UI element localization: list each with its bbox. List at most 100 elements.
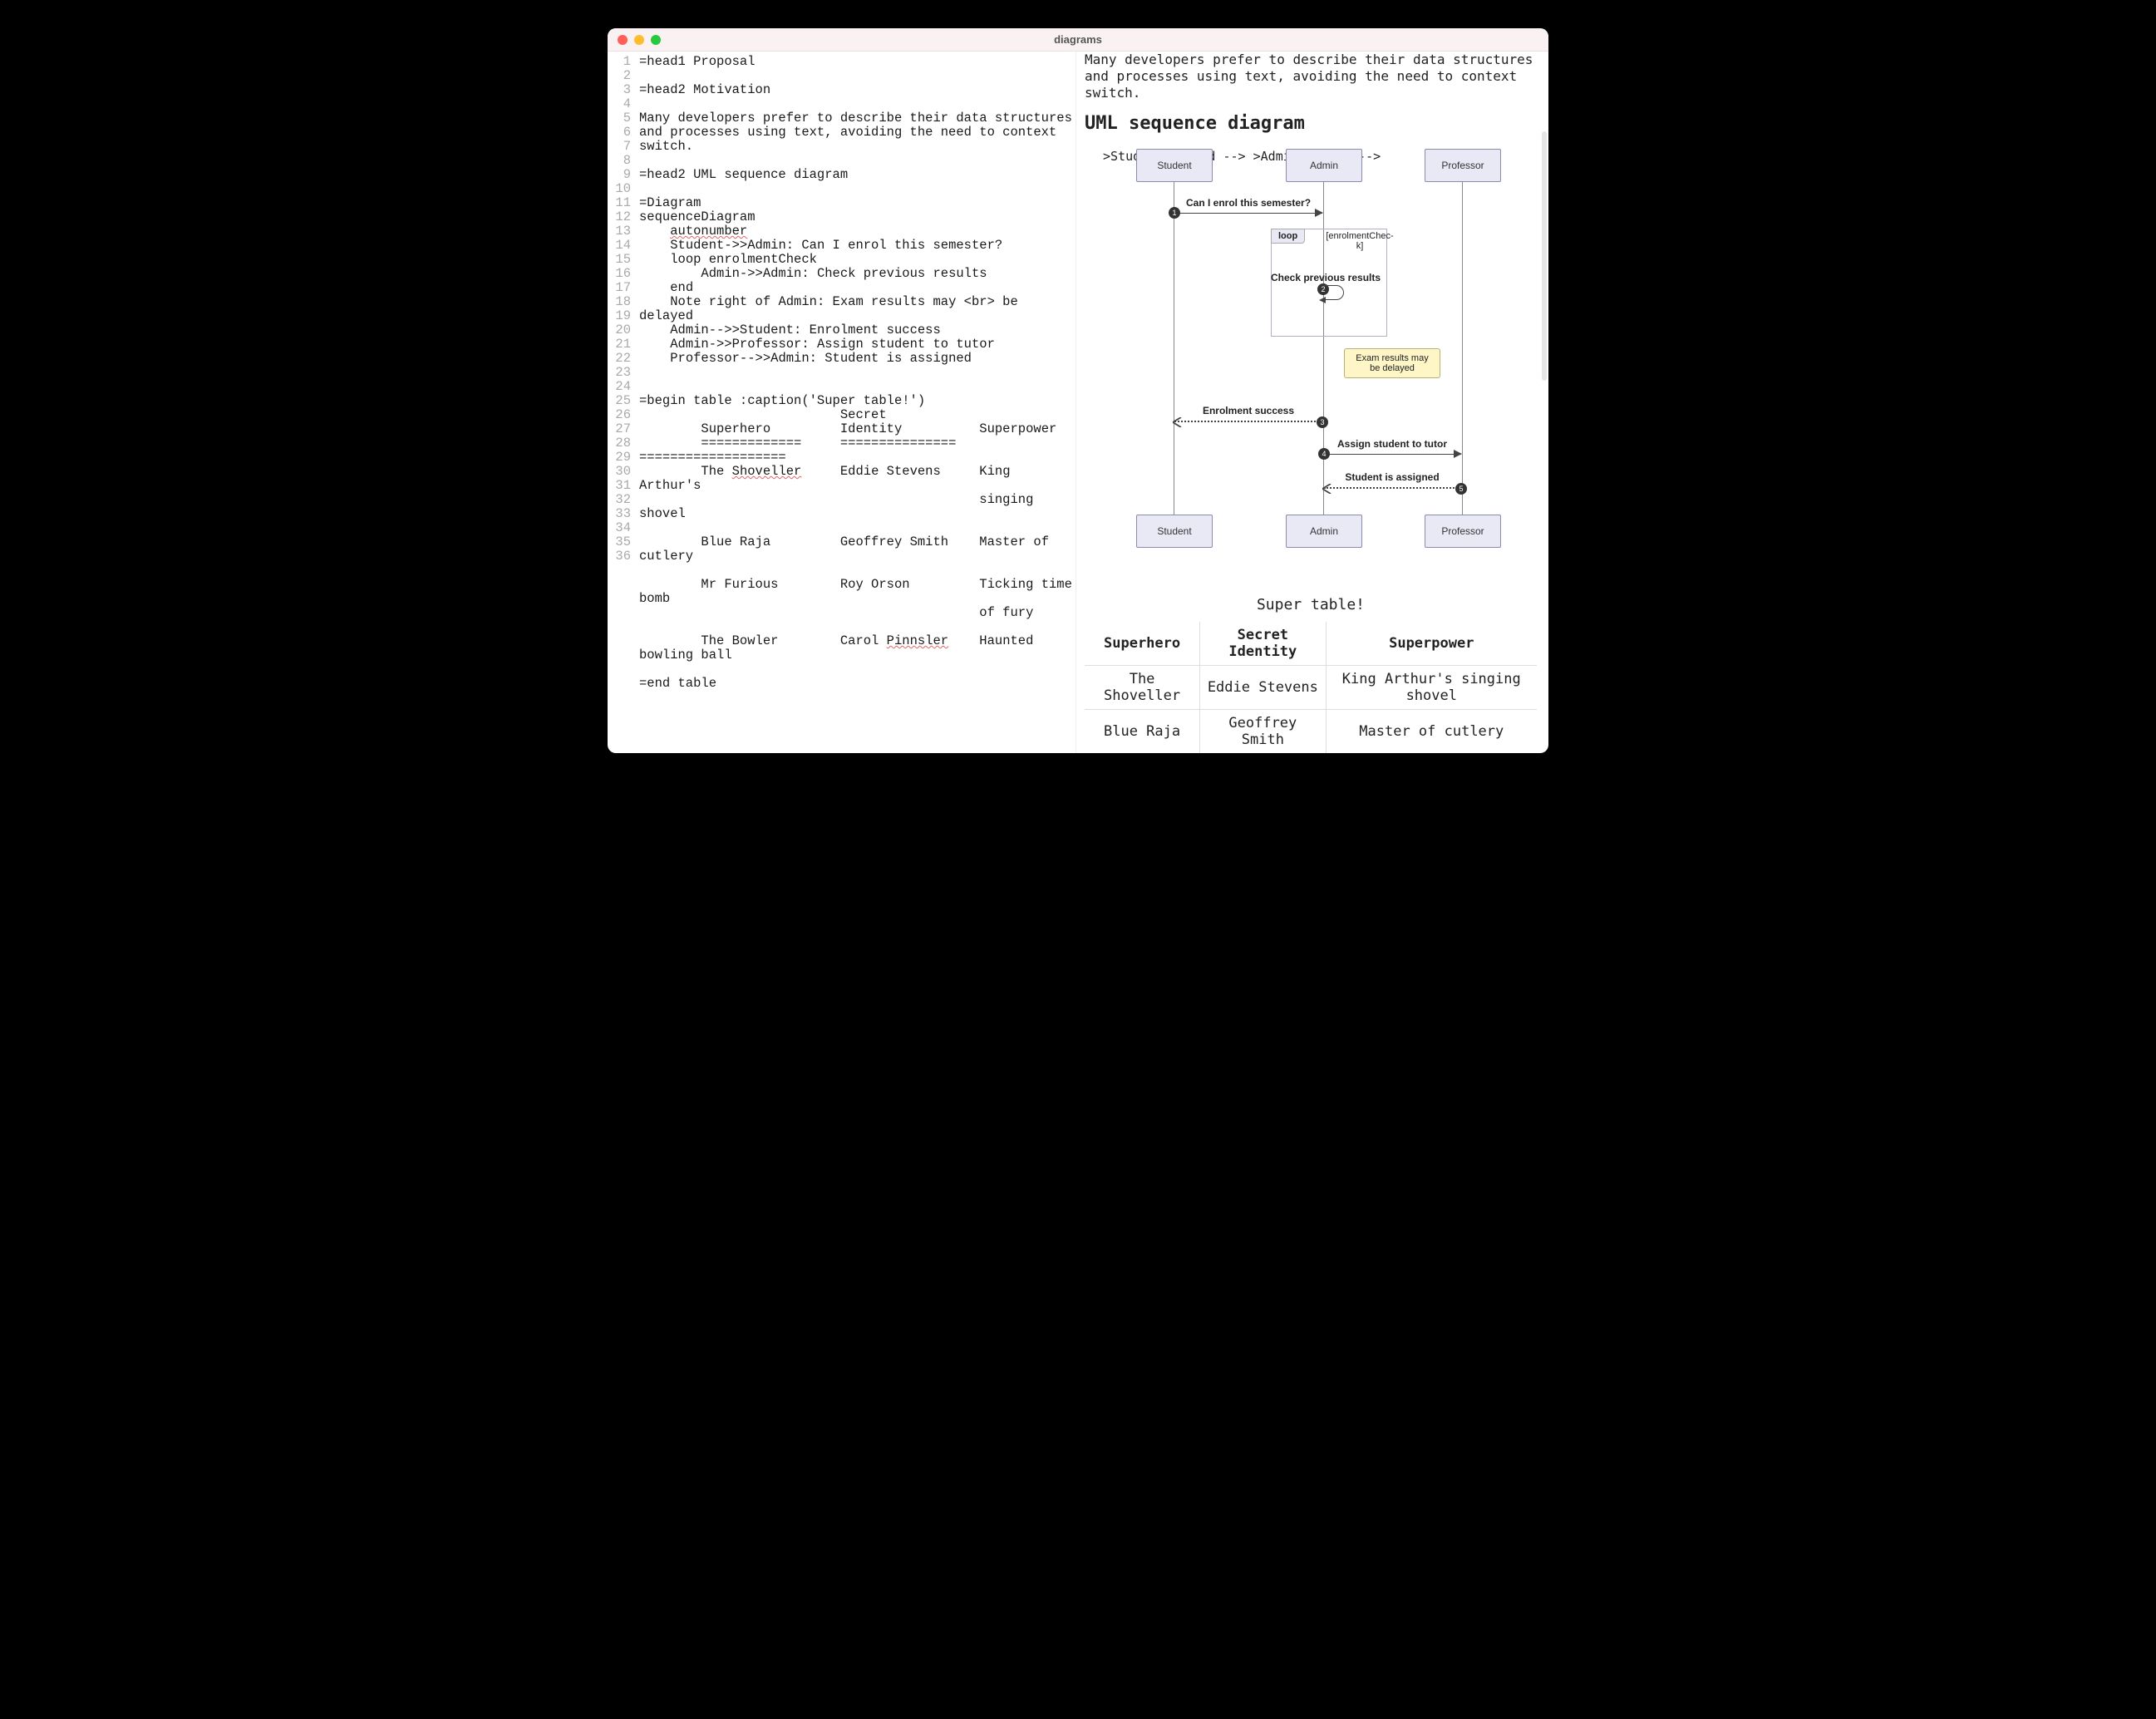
msg-2-label: Check previous results [1271, 272, 1381, 283]
table-cell: The Shoveller [1085, 666, 1200, 710]
table-row: The ShovellerEddie StevensKing Arthur's … [1085, 666, 1537, 710]
line-number: 25 [608, 394, 631, 408]
code-line[interactable] [639, 182, 1072, 196]
line-number: 18 [608, 295, 631, 309]
traffic-lights [618, 35, 661, 45]
zoom-icon[interactable] [651, 35, 661, 45]
code-line[interactable] [639, 620, 1072, 634]
msg-3-label: Enrolment success [1203, 405, 1294, 416]
diagram-note: Exam results may be delayed [1344, 348, 1440, 378]
code-line[interactable]: ============= =============== ==========… [639, 436, 1072, 465]
table-cell: Eddie Stevens [1200, 666, 1326, 710]
split-view: 1234567891011121314151617181920212223242… [608, 52, 1548, 753]
section-heading: UML sequence diagram [1085, 113, 1537, 134]
actor-student-bottom: Student [1136, 515, 1213, 548]
code-line[interactable]: of fury [639, 606, 1072, 620]
code-line[interactable] [639, 97, 1072, 111]
code-line[interactable] [639, 154, 1072, 168]
preview-scrollbar[interactable] [1542, 131, 1547, 381]
line-number: 5 [608, 111, 631, 126]
actor-professor-top: Professor [1425, 149, 1501, 182]
line-number: 31 [608, 479, 631, 493]
code-area[interactable]: =head1 Proposal =head2 Motivation Many dev… [636, 52, 1076, 753]
code-line[interactable]: Student->>Admin: Can I enrol this semest… [639, 239, 1072, 253]
msg-4-number: 4 [1318, 448, 1330, 460]
table-row: Blue RajaGeoffrey SmithMaster of cutlery [1085, 710, 1537, 754]
line-number-gutter: 1234567891011121314151617181920212223242… [608, 52, 636, 753]
actor-professor-bottom: Professor [1425, 515, 1501, 548]
line-number: 17 [608, 281, 631, 295]
line-number: 12 [608, 210, 631, 224]
code-line[interactable]: Admin->>Admin: Check previous results [639, 267, 1072, 281]
code-line[interactable]: Blue Raja Geoffrey Smith Master of cutle… [639, 535, 1072, 564]
line-number: 30 [608, 465, 631, 479]
code-line[interactable]: The Bowler Carol Pinnsler Haunted bowlin… [639, 634, 1072, 662]
code-line[interactable] [639, 521, 1072, 535]
msg-4-label: Assign student to tutor [1337, 438, 1447, 450]
code-line[interactable]: =Diagram [639, 196, 1072, 210]
code-line[interactable]: The Shoveller Eddie Stevens King Arthur'… [639, 465, 1072, 493]
code-line[interactable] [639, 69, 1072, 83]
code-line[interactable]: =head1 Proposal [639, 55, 1072, 69]
application-window: diagrams 1234567891011121314151617181920… [608, 28, 1548, 753]
code-line[interactable]: end [639, 281, 1072, 295]
msg-5-arrow: 5 [1324, 487, 1461, 489]
code-line[interactable]: =head2 UML sequence diagram [639, 168, 1072, 182]
line-number: 24 [608, 380, 631, 394]
line-number: 8 [608, 154, 631, 168]
code-line[interactable]: Note right of Admin: Exam results may <b… [639, 295, 1072, 323]
super-table: SuperheroSecret IdentitySuperpower The S… [1085, 622, 1537, 753]
line-number: 28 [608, 436, 631, 451]
window-title: diagrams [608, 33, 1548, 46]
msg-3-arrow: 3 [1174, 421, 1322, 422]
table-header: Superpower [1326, 622, 1537, 666]
table-cell: Master of cutlery [1326, 710, 1537, 754]
code-line[interactable]: Many developers prefer to describe their… [639, 111, 1072, 154]
line-number: 7 [608, 140, 631, 154]
line-number: 6 [608, 126, 631, 140]
code-line[interactable]: Superhero Identity Superpower [639, 422, 1072, 436]
loop-keyword: loop [1271, 229, 1305, 244]
line-number: 20 [608, 323, 631, 337]
line-number: 2 [608, 69, 631, 83]
code-line[interactable]: Professor-->>Admin: Student is assigned [639, 352, 1072, 366]
minimize-icon[interactable] [634, 35, 644, 45]
line-number: 33 [608, 507, 631, 521]
table-caption: Super table! [1085, 596, 1537, 613]
line-number: 16 [608, 267, 631, 281]
code-line[interactable]: Secret [639, 408, 1072, 422]
code-line[interactable]: Mr Furious Roy Orson Ticking time bomb [639, 578, 1072, 606]
line-number: 19 [608, 309, 631, 323]
line-number: 11 [608, 196, 631, 210]
code-line[interactable] [639, 662, 1072, 677]
code-line[interactable]: Admin->>Professor: Assign student to tut… [639, 337, 1072, 352]
line-number: 10 [608, 182, 631, 196]
code-line[interactable]: =end table [639, 677, 1072, 691]
code-line[interactable]: autonumber [639, 224, 1072, 239]
line-number: 4 [608, 97, 631, 111]
table-cell: King Arthur's singing shovel [1326, 666, 1537, 710]
titlebar[interactable]: diagrams [608, 28, 1548, 52]
code-line[interactable]: singing shovel [639, 493, 1072, 521]
code-line[interactable]: =head2 Motivation [639, 83, 1072, 97]
line-number: 13 [608, 224, 631, 239]
table-header: Secret Identity [1200, 622, 1326, 666]
code-line[interactable]: sequenceDiagram [639, 210, 1072, 224]
line-number: 23 [608, 366, 631, 380]
loop-condition: [enrolmentChec-k] [1318, 231, 1401, 251]
code-line[interactable]: Admin-->>Student: Enrolment success [639, 323, 1072, 337]
line-number: 22 [608, 352, 631, 366]
code-line[interactable] [639, 380, 1072, 394]
msg-2-self-arrow [1324, 285, 1344, 300]
code-line[interactable]: =begin table :caption('Super table!') [639, 394, 1072, 408]
code-line[interactable] [639, 366, 1072, 380]
code-line[interactable] [639, 564, 1072, 578]
rendered-preview[interactable]: Many developers prefer to describe their… [1076, 52, 1548, 753]
close-icon[interactable] [618, 35, 628, 45]
code-line[interactable]: loop enrolmentCheck [639, 253, 1072, 267]
intro-paragraph: Many developers prefer to describe their… [1085, 52, 1537, 101]
line-number: 15 [608, 253, 631, 267]
msg-1-number: 1 [1169, 207, 1180, 219]
source-editor[interactable]: 1234567891011121314151617181920212223242… [608, 52, 1076, 753]
line-number: 36 [608, 549, 631, 564]
